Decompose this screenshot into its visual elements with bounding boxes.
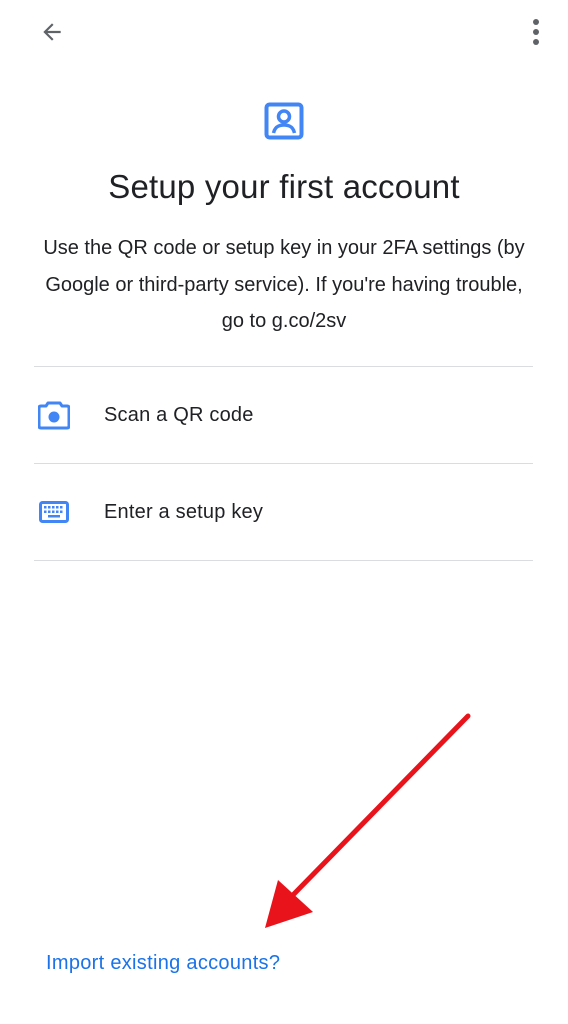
keyboard-icon	[36, 494, 72, 530]
scan-qr-code-label: Scan a QR code	[104, 403, 254, 426]
enter-setup-key-option[interactable]: Enter a setup key	[34, 464, 533, 560]
top-app-bar	[0, 0, 568, 70]
camera-icon	[36, 397, 72, 433]
page-title: Setup your first account	[108, 168, 460, 205]
overflow-menu-button[interactable]	[516, 14, 556, 54]
account-box-icon	[264, 101, 304, 141]
back-button[interactable]	[30, 14, 74, 54]
setup-description: Use the QR code or setup key in your 2FA…	[43, 237, 525, 332]
arrow-back-icon	[39, 19, 65, 50]
more-vert-icon	[531, 18, 541, 51]
import-existing-accounts-link[interactable]: Import existing accounts?	[46, 952, 280, 975]
scan-qr-code-option[interactable]: Scan a QR code	[34, 367, 533, 463]
divider	[34, 560, 533, 561]
enter-setup-key-label: Enter a setup key	[104, 500, 264, 523]
